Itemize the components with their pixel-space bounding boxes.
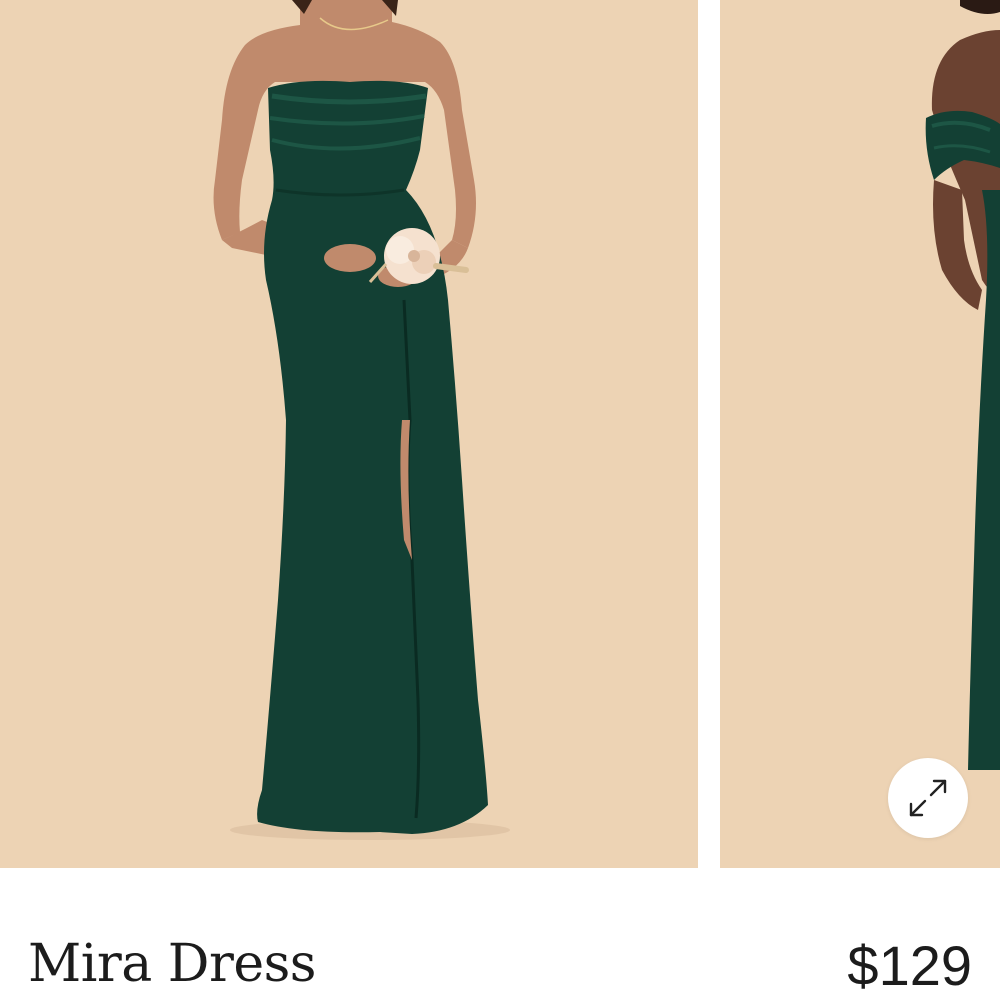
product-image-carousel[interactable] [0,0,1000,868]
product-image-main[interactable] [0,0,698,868]
expand-image-button[interactable] [888,758,968,838]
product-price: $129 [847,934,972,997]
expand-arrows-icon [909,779,947,817]
model-photo-2 [720,0,1000,868]
product-image-secondary[interactable] [720,0,1000,868]
model-photo [0,0,698,868]
product-name: Mira Dress [28,934,316,994]
product-page: Mira Dress $129 [0,0,1000,1000]
